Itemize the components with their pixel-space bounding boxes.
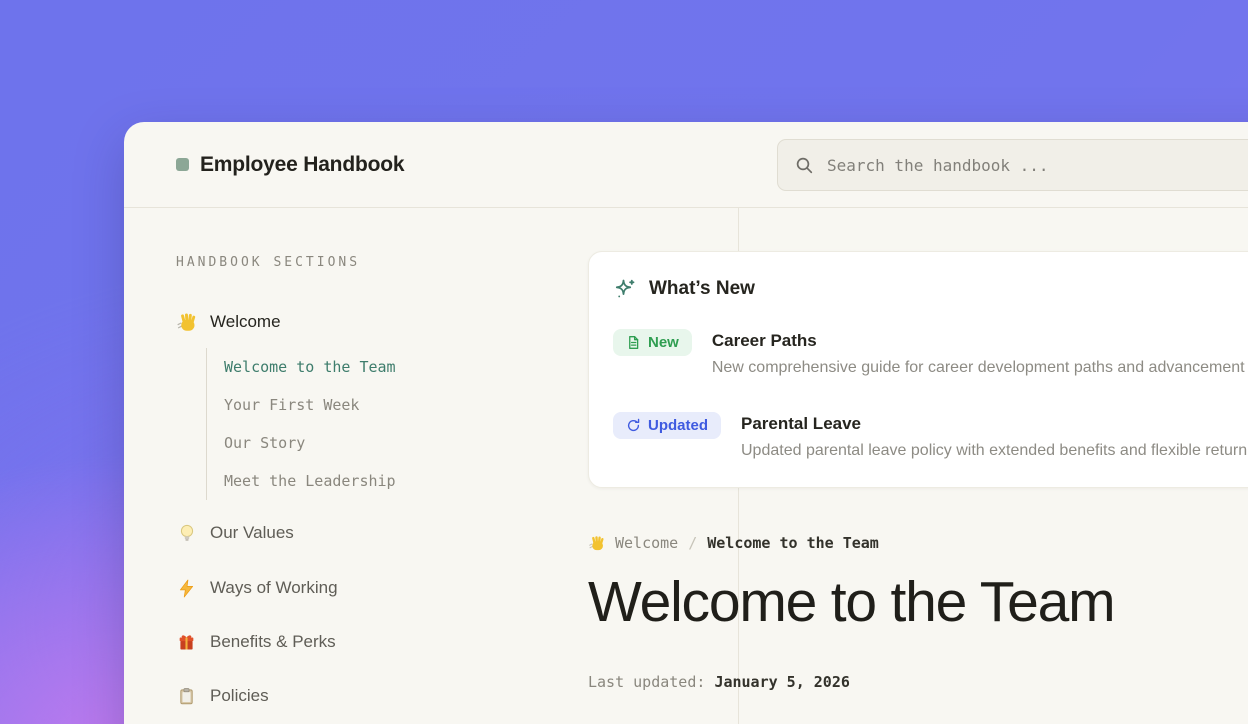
sidebar-item-ways-of-working[interactable]: Ways of Working (176, 576, 338, 600)
clipboard-icon (176, 686, 197, 707)
breadcrumb: Welcome / Welcome to the Team (588, 533, 1248, 553)
sidebar-item-label: Ways of Working (210, 578, 338, 598)
whats-new-item[interactable]: Updated Parental Leave Updated parental … (613, 414, 1248, 461)
search-bar[interactable] (777, 139, 1248, 191)
badge-label: New (648, 334, 679, 351)
whats-new-item-title: Parental Leave (741, 414, 1248, 434)
last-updated-label: Last updated: (588, 673, 705, 691)
sidebar-item-welcome[interactable]: Welcome (176, 310, 281, 334)
waving-hand-icon (588, 535, 605, 552)
whats-new-item[interactable]: New Career Paths New comprehensive guide… (613, 331, 1248, 378)
app-body: HANDBOOK SECTIONS Welcome (124, 208, 1248, 724)
sidebar-subitem-your-first-week[interactable]: Your First Week (224, 386, 396, 424)
search-icon (795, 156, 814, 175)
desktop-background: { "app": { "title": "Employee Handbook" … (0, 0, 1248, 724)
sidebar-subitem-our-story[interactable]: Our Story (224, 424, 396, 462)
breadcrumb-separator: / (688, 534, 697, 552)
whats-new-item-desc: Updated parental leave policy with exten… (741, 441, 1248, 461)
refresh-icon (626, 418, 641, 433)
sidebar-item-label: Our Values (210, 523, 294, 543)
app-title: Employee Handbook (200, 153, 404, 177)
whats-new-item-title: Career Paths (712, 331, 1248, 351)
sidebar-section-label: HANDBOOK SECTIONS (176, 255, 360, 270)
sidebar-item-benefits-perks[interactable]: Benefits & Perks (176, 630, 336, 654)
sparkles-icon (613, 277, 637, 301)
sidebar-subitem-meet-the-leadership[interactable]: Meet the Leadership (224, 462, 396, 500)
whats-new-header: What’s New (613, 277, 1248, 301)
page-title: Welcome to the Team (588, 571, 1248, 633)
sidebar-item-our-values[interactable]: Our Values (176, 521, 294, 545)
last-updated: Last updated: January 5, 2026 (588, 673, 1248, 691)
search-input[interactable] (827, 156, 1248, 175)
badge-label: Updated (648, 417, 708, 434)
waving-hand-icon (176, 312, 197, 333)
app-header: Employee Handbook (124, 122, 1248, 208)
sidebar-item-label: Policies (210, 686, 269, 706)
document-icon (626, 335, 641, 350)
gift-icon (176, 632, 197, 653)
new-badge: New (613, 329, 692, 356)
breadcrumb-current: Welcome to the Team (707, 534, 879, 552)
main-content: What’s New New (588, 251, 1248, 691)
whats-new-item-text: Career Paths New comprehensive guide for… (712, 331, 1248, 378)
sidebar-item-label: Benefits & Perks (210, 632, 336, 652)
sidebar-item-policies[interactable]: Policies (176, 684, 269, 708)
sidebar-sublist-welcome: Welcome to the Team Your First Week Our … (206, 348, 396, 500)
app-logo-icon (176, 158, 189, 171)
app-window: Employee Handbook HANDBOOK SECTIONS (124, 122, 1248, 724)
whats-new-card: What’s New New (588, 251, 1248, 488)
whats-new-item-desc: New comprehensive guide for career devel… (712, 358, 1248, 378)
lightning-bolt-icon (176, 578, 197, 599)
updated-badge: Updated (613, 412, 721, 439)
last-updated-value: January 5, 2026 (714, 673, 849, 691)
sidebar-subitem-welcome-to-the-team[interactable]: Welcome to the Team (224, 348, 396, 386)
whats-new-item-text: Parental Leave Updated parental leave po… (741, 414, 1248, 461)
sidebar-item-label: Welcome (210, 312, 281, 332)
whats-new-title: What’s New (649, 278, 755, 300)
breadcrumb-section[interactable]: Welcome (615, 534, 678, 552)
light-bulb-icon (176, 523, 197, 544)
